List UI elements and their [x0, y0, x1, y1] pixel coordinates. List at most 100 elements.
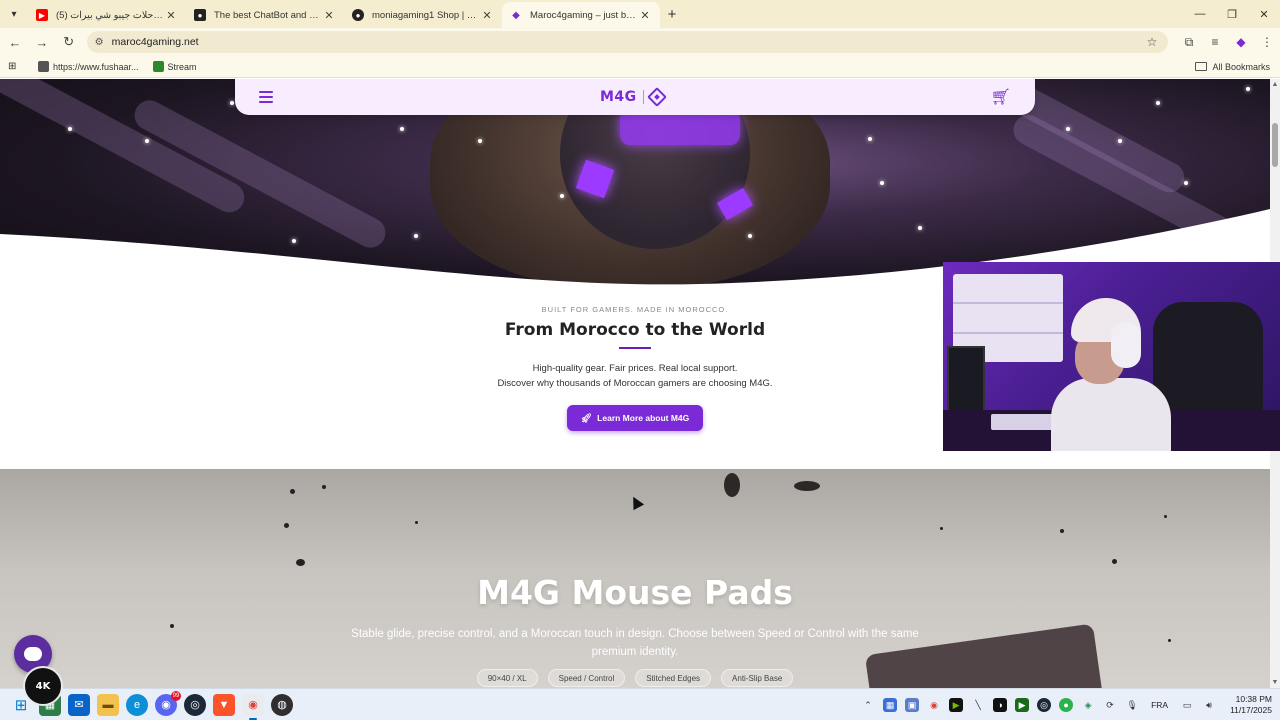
- chrome-tray-icon[interactable]: ◉: [927, 698, 941, 712]
- decor-speck: [415, 521, 418, 524]
- decor-speck: [1168, 639, 1171, 642]
- site-header: M4G 🛒︎: [235, 79, 1035, 115]
- title-underline: [619, 347, 651, 349]
- webcam-overlay: [943, 262, 1280, 451]
- chrome-icon[interactable]: ◉: [242, 693, 264, 720]
- apps-grid-icon[interactable]: ⊞: [8, 61, 24, 72]
- tray-app-icon[interactable]: ▶: [1015, 698, 1030, 712]
- stream-icon: [152, 61, 164, 72]
- all-bookmarks-button[interactable]: All Bookmarks: [1195, 62, 1270, 72]
- tray-app-icon[interactable]: ▦: [883, 698, 898, 712]
- bookmarks-bar: ⊞ https://www.fushaar... Stream All Book…: [0, 56, 1280, 78]
- reload-icon[interactable]: ↻: [57, 30, 81, 54]
- pads-title: M4G Mouse Pads: [477, 573, 793, 612]
- forward-icon[interactable]: →: [30, 30, 54, 54]
- learn-more-button[interactable]: 🚀︎ Learn More about M4G: [566, 405, 704, 431]
- menu-icon[interactable]: ⋮: [1254, 35, 1280, 49]
- tray-app-icon[interactable]: ▣: [905, 698, 920, 712]
- bookmark-fushaar[interactable]: https://www.fushaar...: [38, 61, 139, 72]
- tab-title: moniagaming1 Shop | The best: [372, 9, 480, 21]
- learn-more-label: Learn More about M4G: [597, 413, 690, 423]
- media-icon[interactable]: ≡: [1202, 35, 1228, 49]
- notification-badge: 99: [171, 690, 181, 701]
- tab-moniagaming[interactable]: ● moniagaming1 Shop | The best ✕: [344, 2, 502, 28]
- outlook-icon[interactable]: ✉: [68, 693, 90, 716]
- tab-strip: ▾ ▶ (5) هاد الليلة حلات جيبو شي بيرات ✕ …: [0, 0, 1280, 28]
- bookmark-star-icon[interactable]: ☆: [1142, 35, 1162, 49]
- address-bar[interactable]: ⚙ maroc4gaming.net ☆: [86, 31, 1168, 53]
- decor-speck: [170, 624, 174, 628]
- network-icon[interactable]: ▭: [1180, 698, 1194, 712]
- decor-speck: [1060, 529, 1064, 533]
- scroll-thumb[interactable]: [1272, 123, 1278, 167]
- tab-search-icon[interactable]: ▾: [0, 0, 28, 28]
- bookmark-label: https://www.fushaar...: [53, 61, 139, 72]
- scroll-down-icon[interactable]: ▼: [1270, 679, 1280, 686]
- new-tab-button[interactable]: +: [660, 6, 684, 23]
- tray-app-icon[interactable]: ◈: [1081, 698, 1095, 712]
- webcam-headset: [1111, 322, 1141, 368]
- sparkle: [1156, 101, 1160, 105]
- brave-icon[interactable]: ▼: [213, 693, 235, 716]
- webcam-shelf-line: [953, 302, 1063, 304]
- cart-icon[interactable]: 🛒︎: [991, 87, 1011, 107]
- tab-title: The best ChatBot and Widgets: [214, 9, 322, 21]
- sparkle: [478, 139, 482, 143]
- extensions-icon[interactable]: ⧉: [1176, 35, 1202, 50]
- feature-chip: Anti-Slip Base: [721, 669, 794, 687]
- webcam-shelf-line: [953, 332, 1063, 334]
- pads-subtitle: Stable glide, precise control, and a Mor…: [351, 628, 919, 658]
- feature-chip: 90×40 / XL: [476, 669, 538, 687]
- sparkle: [400, 127, 404, 131]
- decor-speck: [1112, 559, 1117, 564]
- close-window-icon[interactable]: ✕: [1248, 0, 1280, 28]
- back-icon[interactable]: ←: [3, 30, 27, 54]
- volume-icon[interactable]: 🔊︎: [1202, 698, 1216, 712]
- tab-chatbot[interactable]: ● The best ChatBot and Widgets ✕: [186, 2, 344, 28]
- all-bookmarks-label: All Bookmarks: [1212, 61, 1270, 72]
- edge-icon[interactable]: e: [126, 693, 148, 716]
- discord-icon[interactable]: ◉ 99: [155, 690, 181, 716]
- url-text[interactable]: maroc4gaming.net: [112, 36, 1142, 48]
- close-tab-icon[interactable]: ✕: [322, 9, 336, 22]
- scroll-up-icon[interactable]: ▲: [1270, 81, 1280, 88]
- tray-app-icon[interactable]: ●: [1059, 698, 1074, 712]
- decor-speck: [284, 523, 289, 528]
- logo-diamond-icon: [646, 87, 667, 107]
- input-language[interactable]: FRA: [1151, 700, 1168, 710]
- sparkle: [1118, 139, 1122, 143]
- obs-icon[interactable]: ◍: [271, 693, 293, 716]
- close-tab-icon[interactable]: ✕: [480, 9, 494, 22]
- tray-app-icon[interactable]: ⟳: [1103, 698, 1117, 712]
- restore-icon[interactable]: ❐: [1216, 0, 1248, 28]
- chat-bubble-icon: [24, 647, 42, 661]
- tab-maroc4gaming[interactable]: ◆ Maroc4gaming – just be differe ✕: [502, 2, 660, 28]
- nvidia-icon[interactable]: ▶: [949, 698, 964, 712]
- site-logo[interactable]: M4G: [600, 87, 667, 107]
- close-tab-icon[interactable]: ✕: [164, 9, 178, 22]
- sparkle: [230, 101, 234, 105]
- tray-app-icon[interactable]: ◑: [993, 698, 1008, 712]
- youtube-icon: ▶: [36, 9, 48, 21]
- fushaar-icon: [38, 61, 49, 72]
- system-clock[interactable]: 10:38 PM 11/17/2025: [1230, 694, 1272, 716]
- profile-icon[interactable]: ◆: [1228, 35, 1254, 49]
- site-info-icon[interactable]: ⚙: [95, 37, 104, 48]
- decor-speck: [1164, 515, 1167, 518]
- webcam-person-body: [1051, 378, 1171, 451]
- show-hidden-icons-icon[interactable]: ⌃: [861, 698, 875, 712]
- tab-youtube[interactable]: ▶ (5) هاد الليلة حلات جيبو شي بيرات ✕: [28, 2, 186, 28]
- rocket-icon: 🚀︎: [580, 412, 593, 423]
- logo-divider: [642, 90, 644, 104]
- tray-app-icon[interactable]: ╲: [971, 698, 985, 712]
- steam-icon[interactable]: ◎: [184, 693, 206, 716]
- hamburger-menu-icon[interactable]: [259, 91, 273, 103]
- decor-speck: [940, 527, 943, 530]
- file-explorer-icon[interactable]: ▬: [97, 693, 119, 716]
- close-tab-icon[interactable]: ✕: [638, 9, 652, 22]
- microphone-icon[interactable]: 🎙︎: [1125, 698, 1139, 712]
- bookmark-stream[interactable]: Stream: [152, 61, 197, 72]
- minimize-icon[interactable]: —: [1184, 0, 1216, 28]
- decor-splash: [794, 481, 820, 491]
- steam-tray-icon[interactable]: ◎: [1037, 698, 1052, 712]
